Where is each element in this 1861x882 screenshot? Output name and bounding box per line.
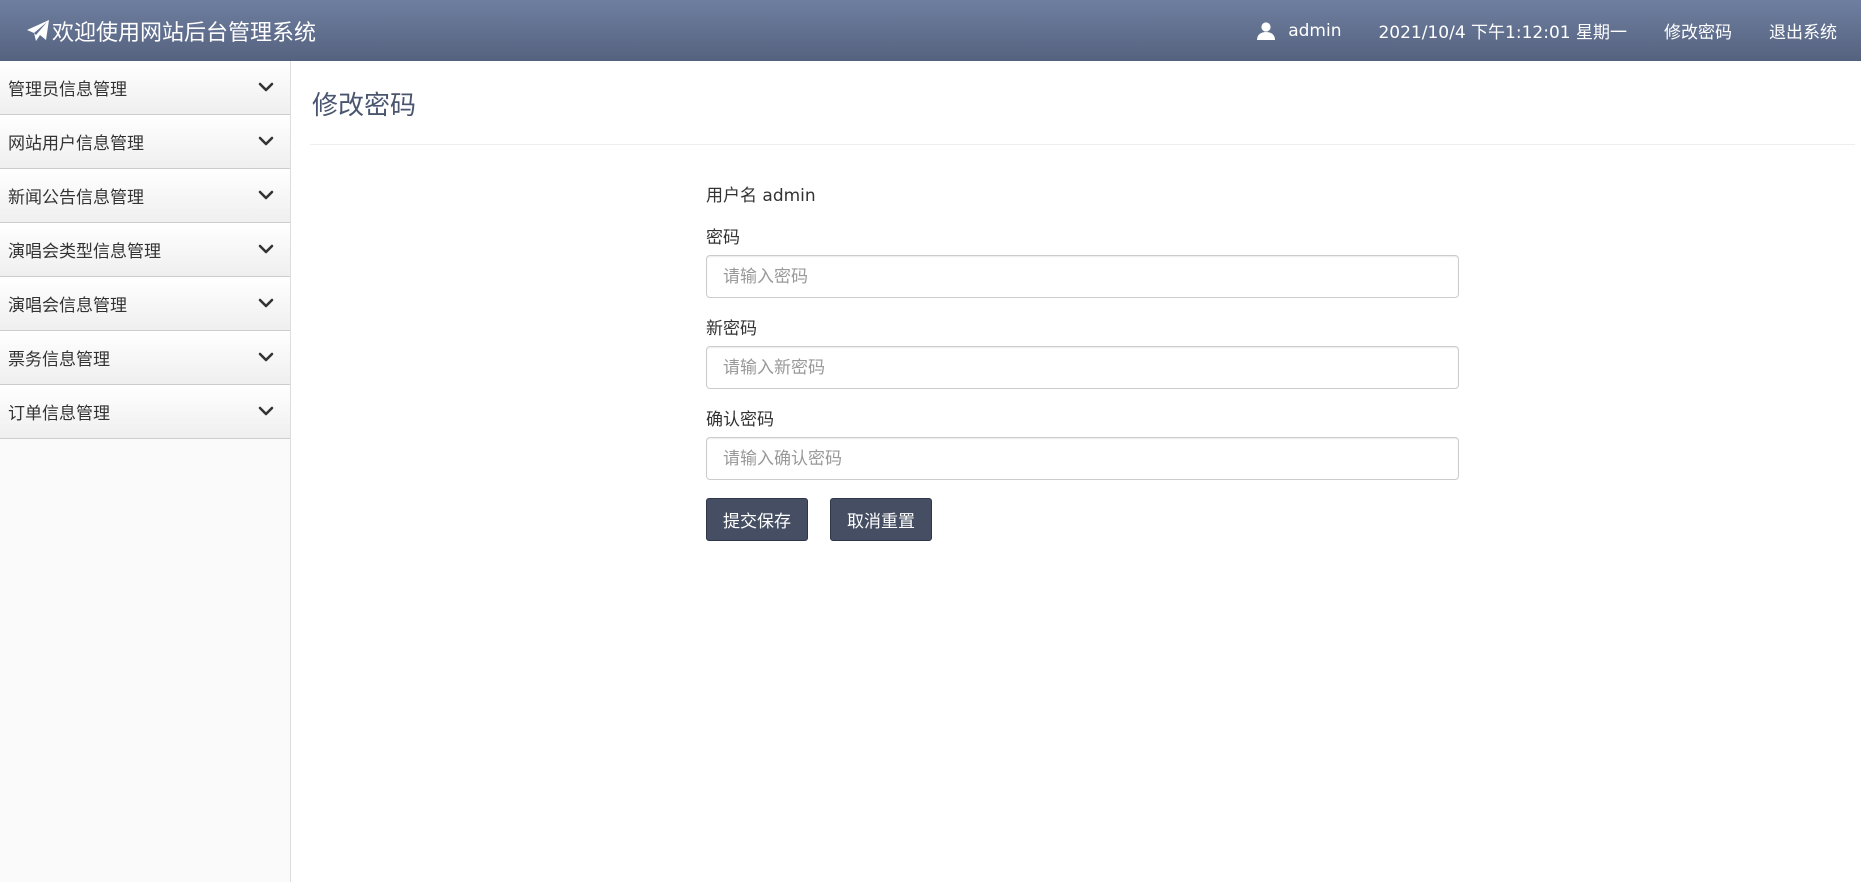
main-content: 修改密码 用户名 admin 密码 新密码 确认密码 提交保存 取消重置 — [292, 61, 1861, 882]
sidebar-item-label: 演唱会信息管理 — [8, 296, 127, 316]
username-row: 用户名 admin — [706, 181, 1459, 207]
chevron-down-icon — [258, 241, 274, 257]
header-nav: admin 2021/10/4 下午1:12:01 星期一 修改密码 退出系统 — [1256, 0, 1861, 61]
chevron-down-icon — [258, 295, 274, 311]
sidebar-item-news[interactable]: 新闻公告信息管理 — [0, 169, 290, 223]
app-title: 欢迎使用网站后台管理系统 — [52, 20, 317, 46]
chevron-down-icon — [258, 79, 274, 95]
top-header: 欢迎使用网站后台管理系统 admin 2021/10/4 下午1:12:01 星… — [0, 0, 1861, 61]
new-password-input[interactable] — [706, 346, 1459, 389]
password-input[interactable] — [706, 255, 1459, 298]
sidebar-item-admin-info[interactable]: 管理员信息管理 — [0, 61, 290, 115]
user-icon — [1256, 21, 1276, 41]
chevron-down-icon — [258, 403, 274, 419]
password-group: 密码 — [706, 227, 1459, 298]
new-password-group: 新密码 — [706, 318, 1459, 389]
username-value: admin — [762, 186, 816, 206]
sidebar-item-tickets[interactable]: 票务信息管理 — [0, 331, 290, 385]
submit-save-button[interactable]: 提交保存 — [706, 498, 808, 541]
confirm-password-label: 确认密码 — [706, 410, 774, 430]
current-datetime: 2021/10/4 下午1:12:01 星期一 — [1378, 23, 1627, 43]
confirm-password-input[interactable] — [706, 437, 1459, 480]
username-label: 用户名 — [706, 186, 757, 206]
form-actions: 提交保存 取消重置 — [706, 498, 1459, 541]
logout-link[interactable]: 退出系统 — [1769, 18, 1837, 43]
sidebar-item-concert-types[interactable]: 演唱会类型信息管理 — [0, 223, 290, 277]
cancel-reset-button[interactable]: 取消重置 — [830, 498, 932, 541]
sidebar: 管理员信息管理 网站用户信息管理 新闻公告信息管理 演唱会类型信息管理 演唱会信… — [0, 61, 291, 882]
brand: 欢迎使用网站后台管理系统 — [26, 0, 316, 61]
sidebar-item-label: 网站用户信息管理 — [8, 134, 144, 154]
current-user[interactable]: admin — [1256, 21, 1341, 41]
chevron-down-icon — [258, 349, 274, 365]
title-divider — [310, 144, 1855, 145]
chevron-down-icon — [258, 133, 274, 149]
sidebar-item-label: 订单信息管理 — [8, 404, 110, 424]
sidebar-item-label: 票务信息管理 — [8, 350, 110, 370]
new-password-label: 新密码 — [706, 319, 757, 339]
change-password-link[interactable]: 修改密码 — [1664, 18, 1732, 43]
sidebar-item-label: 演唱会类型信息管理 — [8, 242, 161, 262]
current-username: admin — [1288, 20, 1342, 41]
sidebar-item-site-users[interactable]: 网站用户信息管理 — [0, 115, 290, 169]
sidebar-item-orders[interactable]: 订单信息管理 — [0, 385, 290, 439]
chevron-down-icon — [258, 187, 274, 203]
password-label: 密码 — [706, 228, 740, 248]
change-password-form: 用户名 admin 密码 新密码 确认密码 提交保存 取消重置 — [706, 181, 1459, 541]
sidebar-item-label: 管理员信息管理 — [8, 80, 127, 100]
sidebar-item-label: 新闻公告信息管理 — [8, 188, 144, 208]
page-title: 修改密码 — [312, 91, 417, 121]
sidebar-item-concerts[interactable]: 演唱会信息管理 — [0, 277, 290, 331]
confirm-password-group: 确认密码 — [706, 409, 1459, 480]
paper-plane-icon — [26, 19, 50, 43]
